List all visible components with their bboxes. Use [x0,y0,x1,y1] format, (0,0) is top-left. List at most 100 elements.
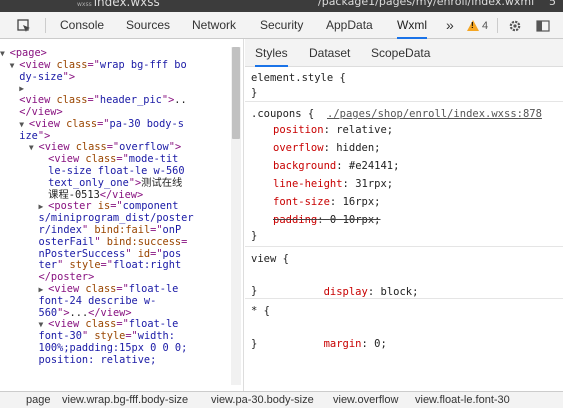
tree-token: "> [37,129,51,142]
tree-token: bind:fail [94,223,151,236]
tab-wxml[interactable]: Wxml [397,12,427,39]
tree-indent[interactable] [0,73,19,82]
tree-indent[interactable] [0,179,48,188]
tree-token: class [85,318,117,331]
css-declaration[interactable]: position: relative; [273,122,393,138]
tab-console[interactable]: Console [60,12,104,39]
css-declaration[interactable]: padding: 0 10rpx; [273,212,381,228]
tab-appdata[interactable]: AppData [326,12,373,39]
tree-token: pa-30 body-s [109,117,184,130]
inspect-element-icon[interactable] [14,12,34,39]
tree-token: class [85,153,117,166]
tree-token: " [81,223,95,236]
star-prop[interactable]: margin: 0; [273,320,387,350]
tree-token: ... [69,306,89,319]
tree-indent[interactable] [0,108,19,117]
breadcrumb-item[interactable]: view.wrap.bg-fff.body-size [62,394,188,406]
tree-indent[interactable] [0,273,39,282]
css-declaration[interactable]: font-size: 16rpx; [273,194,381,210]
tree-line[interactable]: ter" style="float:right [0,259,194,272]
tree-token: " [94,235,107,248]
tree-indent[interactable]: ▶ [0,84,29,93]
view-prop[interactable]: display: block; [273,268,419,298]
tree-indent[interactable] [0,356,39,365]
tree-indent[interactable] [0,167,48,176]
tree-indent[interactable] [0,132,19,141]
tab-sources[interactable]: Sources [126,12,170,39]
tab-scopedata[interactable]: ScopeData [371,39,430,67]
breadcrumb-item[interactable]: page [26,394,50,406]
tree-token: =" [106,141,120,154]
dock-side-icon[interactable] [533,12,553,39]
tree-token: float:right [112,259,182,272]
css-prop-value: hidden; [336,142,381,154]
warning-icon [467,20,479,31]
elements-tree-panel: ▼ <page> ▼ <view class="wrap bg-fff bo d… [0,39,244,391]
css-prop-value: 0 10rpx; [329,214,381,226]
tree-indent[interactable]: ▶ [0,285,48,294]
tree-indent[interactable]: ▼ [0,61,19,70]
breadcrumb-item[interactable]: view.float-le.font-30 [415,394,510,406]
tree-indent[interactable]: ▼ [0,143,39,152]
tree-token: component [122,200,179,213]
tree-token: <view [48,318,86,331]
tree-token: <view [48,282,86,295]
css-declaration[interactable]: background: #e24141; [273,158,399,174]
tree-line[interactable]: position: relative; [0,353,194,367]
tree-indent[interactable]: ▼ [0,320,48,329]
tree-indent[interactable]: ▼ [0,120,29,129]
css-declaration[interactable]: line-height: 31rpx; [273,176,393,192]
css-prop-name: padding [273,214,318,226]
tree-token: =" [97,117,110,130]
tree-scrollbar-thumb[interactable] [232,47,240,139]
file-name: index.wxss [93,0,160,9]
tree-indent[interactable] [0,297,39,306]
tree-indent[interactable] [0,261,39,270]
tab-security[interactable]: Security [260,12,303,39]
tree-indent[interactable]: ▶ [0,202,48,211]
tree-indent[interactable] [0,191,48,200]
tree-scrollbar[interactable] [231,47,241,385]
edge-text: 5 [549,0,556,8]
tab-network[interactable]: Network [192,12,236,39]
tree-indent[interactable] [0,332,39,341]
css-prop-name: position [273,124,324,136]
tree-line[interactable]: dy-size"> [0,71,194,84]
view-prop-value: block; [380,286,419,298]
tree-indent[interactable] [0,344,39,353]
tree-token: osterFail [38,235,95,248]
tab-dataset[interactable]: Dataset [309,39,350,67]
tree-token: = [181,235,188,248]
breadcrumb-item[interactable]: view.overflow [333,394,398,406]
tree-token: <view [38,141,76,154]
warning-count: 4 [482,19,489,32]
tree-indent[interactable] [0,226,39,235]
window-title-strip: wxss index.wxss /package1/pages/my/enroll… [0,0,563,12]
more-tabs-button[interactable]: » [446,12,454,39]
coupons-source-link[interactable]: ./pages/shop/enroll/index.wxss:878 [327,106,542,122]
warning-counter[interactable]: 4 [467,12,488,39]
css-prop-value: #e24141; [348,160,400,172]
css-prop-name: line-height [273,178,343,190]
css-declaration[interactable]: overflow: hidden; [273,140,381,156]
tab-styles[interactable]: Styles [255,39,288,67]
tree-indent[interactable] [0,309,39,318]
view-prop-name: display [323,286,368,298]
settings-gear-icon[interactable] [505,12,525,39]
tree-indent[interactable]: ▼ [0,49,10,58]
styles-panel: Styles Dataset ScopeData element.style {… [245,39,563,391]
tree-token: 测试在线 [141,176,183,189]
tree-token: is [97,200,111,213]
breadcrumb-item[interactable]: view.pa-30.body-size [211,394,314,406]
tree-token: overflow [119,141,169,154]
tree-token: position: relative; [38,353,157,366]
tree-indent[interactable] [0,96,19,105]
tree-token: id [137,247,151,260]
tree-indent[interactable] [0,250,39,259]
tree-indent[interactable] [0,214,39,223]
tree-indent[interactable] [0,238,39,247]
tree-token: header_pic [99,94,162,107]
wxml-tree: ▼ <page> ▼ <view class="wrap bg-fff bo d… [0,47,194,367]
tree-indent[interactable] [0,155,48,164]
tree-token: "> [128,176,142,189]
